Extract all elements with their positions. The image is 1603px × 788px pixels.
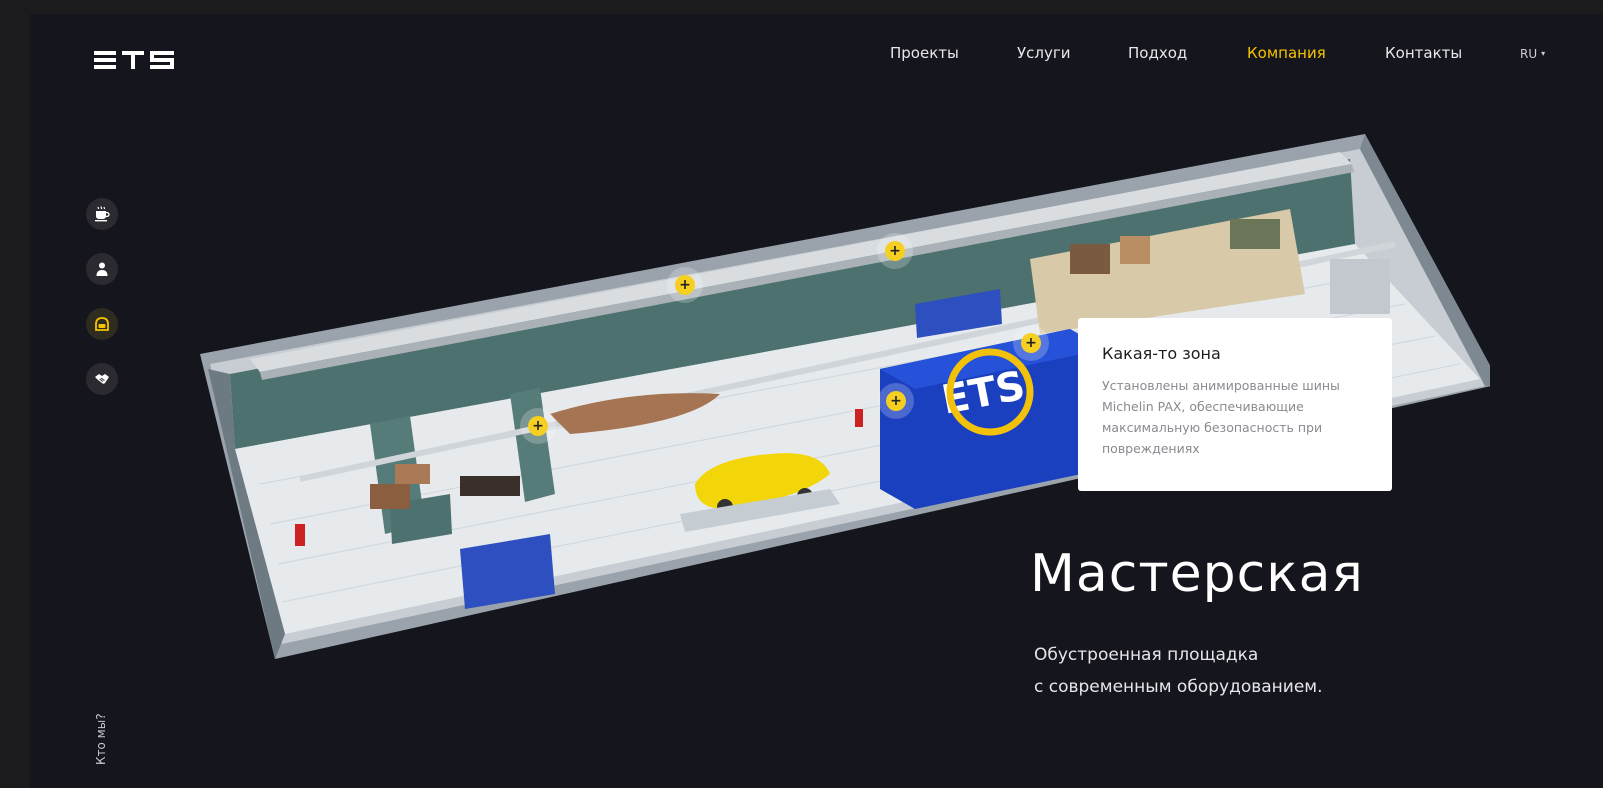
- language-selector[interactable]: RU ▾: [1520, 47, 1545, 61]
- side-item-coffee[interactable]: [86, 198, 118, 230]
- who-we-are-label: Кто мы?: [94, 713, 108, 765]
- zone-tooltip: Какая-то зона Установлены анимированные …: [1078, 318, 1392, 491]
- nav-item-approach[interactable]: Подход: [1128, 44, 1187, 62]
- hero-title: Мастерская: [1030, 544, 1364, 604]
- page: Проекты Услуги Подход Компания Контакты …: [30, 14, 1603, 788]
- tooltip-title: Какая-то зона: [1102, 344, 1221, 363]
- plus-icon: +: [528, 416, 548, 436]
- who-we-are-link[interactable]: Кто мы?: [86, 707, 118, 767]
- tooltip-description: Установлены анимированные шины Michelin …: [1102, 375, 1368, 459]
- language-label: RU: [1520, 47, 1538, 61]
- hero-subtitle-line: Обустроенная площадка: [1034, 645, 1259, 665]
- nav-item-services[interactable]: Услуги: [1017, 44, 1070, 62]
- plus-icon: +: [885, 241, 905, 261]
- car-icon: [95, 317, 109, 331]
- nav-item-projects[interactable]: Проекты: [890, 44, 959, 62]
- user-icon: [96, 262, 108, 276]
- tooltip-line: максимальную безопасность при: [1102, 420, 1323, 435]
- side-item-car[interactable]: [86, 308, 118, 340]
- tooltip-line: Michelin PAX, обеспечивающие: [1102, 399, 1304, 414]
- nav-item-company[interactable]: Компания: [1247, 44, 1326, 62]
- hotspot-container-top[interactable]: +: [1013, 325, 1049, 361]
- handshake-icon: [95, 374, 109, 384]
- side-item-user[interactable]: [86, 253, 118, 285]
- hotspot-reception[interactable]: +: [520, 408, 556, 444]
- plus-icon: +: [1021, 333, 1041, 353]
- caret-down-icon: ▾: [1541, 49, 1546, 58]
- tooltip-line: повреждениях: [1102, 441, 1200, 456]
- hero-subtitle: Обустроенная площадка с современным обор…: [1034, 639, 1323, 703]
- hotspot-duct[interactable]: +: [667, 267, 703, 303]
- nav-item-contacts[interactable]: Контакты: [1385, 44, 1462, 62]
- side-item-handshake[interactable]: [86, 363, 118, 395]
- tooltip-line: Установлены анимированные шины: [1102, 378, 1340, 393]
- hero-subtitle-line: с современным оборудованием.: [1034, 677, 1323, 697]
- plus-icon: +: [675, 275, 695, 295]
- hotspot-ceiling[interactable]: +: [877, 233, 913, 269]
- side-menu: [86, 198, 118, 418]
- hotspot-container-side[interactable]: +: [878, 383, 914, 419]
- coffee-cup-icon: [95, 206, 110, 222]
- main-nav: Проекты Услуги Подход Компания Контакты …: [30, 44, 1603, 74]
- plus-icon: +: [886, 391, 906, 411]
